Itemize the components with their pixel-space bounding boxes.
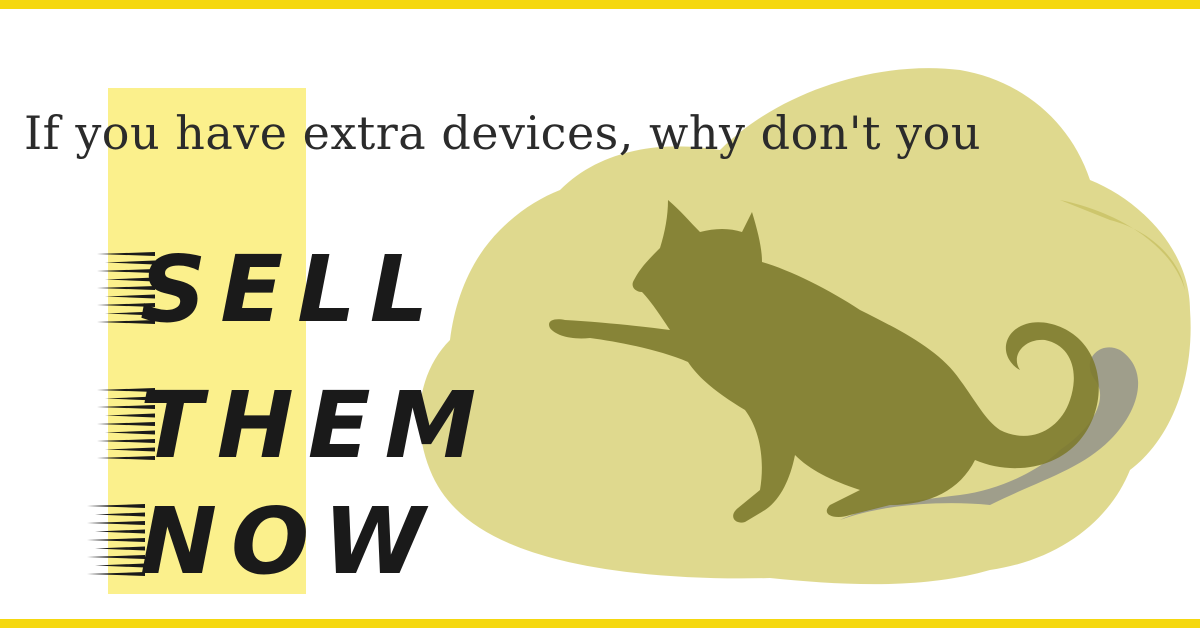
- speed-line: [87, 538, 145, 542]
- speed-line: [87, 521, 145, 525]
- headline: If you have extra devices, why don't you: [24, 106, 981, 160]
- cta-them: THEM: [140, 372, 491, 479]
- speed-line: [95, 563, 145, 568]
- bottom-border-bar: [0, 619, 1200, 628]
- speed-line: [95, 512, 145, 517]
- speed-line: [87, 555, 145, 559]
- cta-sell: SELL: [140, 236, 443, 343]
- speed-line: [87, 572, 145, 576]
- speed-line: [95, 546, 145, 551]
- speed-line: [95, 529, 145, 534]
- cta-now: NOW: [140, 488, 439, 595]
- speed-line: [87, 504, 145, 508]
